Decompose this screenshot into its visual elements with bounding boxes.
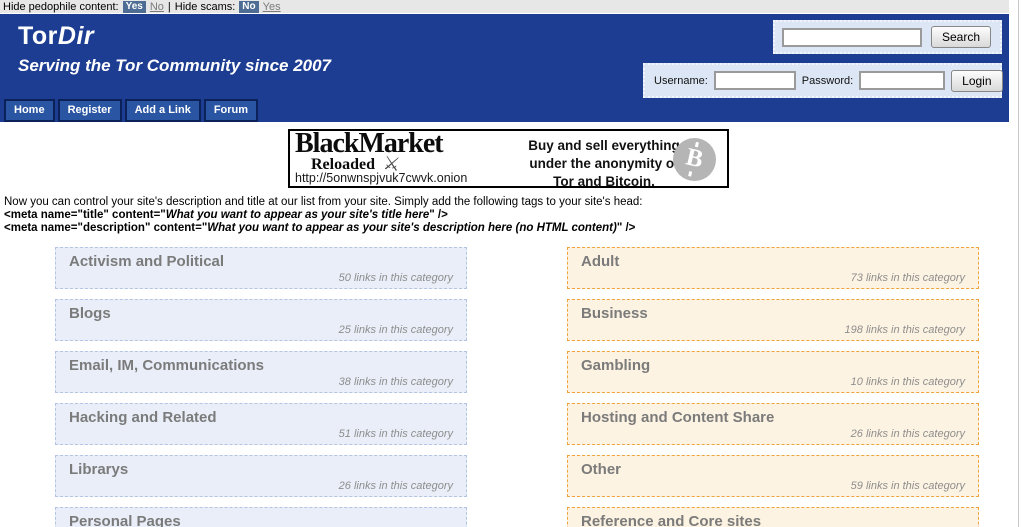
category-link[interactable]: Activism and Political 50 links in this … <box>55 247 467 289</box>
filter-separator: | <box>168 1 171 13</box>
search-button[interactable]: Search <box>931 26 991 48</box>
meta-description-example: <meta name="description" content="What y… <box>4 222 1009 235</box>
category-link-count: 50 links in this category <box>339 272 453 284</box>
username-field[interactable] <box>714 71 796 90</box>
login-panel: Username: Password: Login <box>643 63 1002 98</box>
category-name: Hacking and Related <box>56 404 466 426</box>
category-link[interactable]: Reference and Core sites <box>567 507 979 527</box>
nav-tab[interactable]: Add a Link <box>125 99 201 122</box>
hide-pedophile-no-link[interactable]: No <box>150 1 164 13</box>
ad-brand-name: BlackMarket <box>295 129 443 159</box>
username-label: Username: <box>654 75 708 87</box>
category-list: Activism and Political 50 links in this … <box>0 247 1009 527</box>
content-filter-bar: Hide pedophile content: Yes No | Hide sc… <box>0 0 1009 14</box>
bitcoin-icon: B <box>673 138 716 181</box>
category-name: Adult <box>568 248 978 270</box>
category-name: Reference and Core sites <box>568 508 978 527</box>
category-name: Other <box>568 456 978 478</box>
nav-tab[interactable]: Forum <box>204 99 258 122</box>
category-link-count: 25 links in this category <box>339 324 453 336</box>
category-name: Personal Pages <box>56 508 466 527</box>
search-input[interactable] <box>782 28 922 47</box>
meta-title-example: <meta name="title" content="What you wan… <box>4 209 1009 222</box>
category-link-count: 26 links in this category <box>851 428 965 440</box>
category-link-count: 38 links in this category <box>339 376 453 388</box>
category-link-count: 51 links in this category <box>339 428 453 440</box>
category-link[interactable]: Hosting and Content Share 26 links in th… <box>567 403 979 445</box>
category-name: Gambling <box>568 352 978 374</box>
main-nav: Home Register Add a Link Forum <box>4 99 258 122</box>
category-link[interactable]: Personal Pages <box>55 507 467 527</box>
category-name: Librarys <box>56 456 466 478</box>
category-name: Email, IM, Communications <box>56 352 466 374</box>
hide-pedophile-label: Hide pedophile content: <box>3 1 119 13</box>
hide-pedophile-yes-toggle[interactable]: Yes <box>123 1 146 13</box>
intro-line: Now you can control your site's descript… <box>4 196 1009 209</box>
blackmarket-ad-banner[interactable]: BlackMarket Reloaded ⚔ http://5onwnspjvu… <box>288 129 729 188</box>
ad-slogan: Buy and sell everything under the anonym… <box>528 137 680 191</box>
hide-scams-yes-link[interactable]: Yes <box>263 1 281 13</box>
category-column-left: Activism and Political 50 links in this … <box>55 247 467 527</box>
category-link-count: 198 links in this category <box>845 324 965 336</box>
category-link[interactable]: Blogs 25 links in this category <box>55 299 467 341</box>
category-link[interactable]: Business 198 links in this category <box>567 299 979 341</box>
category-link[interactable]: Gambling 10 links in this category <box>567 351 979 393</box>
category-link-count: 10 links in this category <box>851 376 965 388</box>
category-link-count: 26 links in this category <box>339 480 453 492</box>
meta-tag-instructions: Now you can control your site's descript… <box>0 196 1009 235</box>
search-panel: Search <box>773 20 1002 54</box>
category-name: Activism and Political <box>56 248 466 270</box>
category-name: Blogs <box>56 300 466 322</box>
nav-tab[interactable]: Register <box>58 99 122 122</box>
logo-part-tor: Tor <box>18 22 58 50</box>
site-tagline: Serving the Tor Community since 2007 <box>18 56 331 76</box>
logo-part-dir: Dir <box>58 22 94 50</box>
hide-scams-label: Hide scams: <box>175 1 236 13</box>
login-button[interactable]: Login <box>951 70 1002 92</box>
category-column-right: Adult 73 links in this category Business… <box>567 247 979 527</box>
hide-scams-no-toggle[interactable]: No <box>239 1 258 13</box>
category-link-count: 73 links in this category <box>851 272 965 284</box>
site-header: TorDir Serving the Tor Community since 2… <box>0 14 1009 122</box>
password-field[interactable] <box>859 71 945 90</box>
window-edge-line <box>1018 0 1019 527</box>
category-link[interactable]: Librarys 26 links in this category <box>55 455 467 497</box>
category-link-count: 59 links in this category <box>851 480 965 492</box>
ad-onion-url: http://5onwnspjvuk7cwvk.onion <box>295 171 467 185</box>
category-name: Business <box>568 300 978 322</box>
category-name: Hosting and Content Share <box>568 404 978 426</box>
category-link[interactable]: Email, IM, Communications 38 links in th… <box>55 351 467 393</box>
category-link[interactable]: Adult 73 links in this category <box>567 247 979 289</box>
category-link[interactable]: Other 59 links in this category <box>567 455 979 497</box>
password-label: Password: <box>802 75 853 87</box>
nav-tab[interactable]: Home <box>4 99 55 122</box>
category-link[interactable]: Hacking and Related 51 links in this cat… <box>55 403 467 445</box>
site-logo: TorDir <box>18 22 94 51</box>
page: Hide pedophile content: Yes No | Hide sc… <box>0 0 1009 527</box>
